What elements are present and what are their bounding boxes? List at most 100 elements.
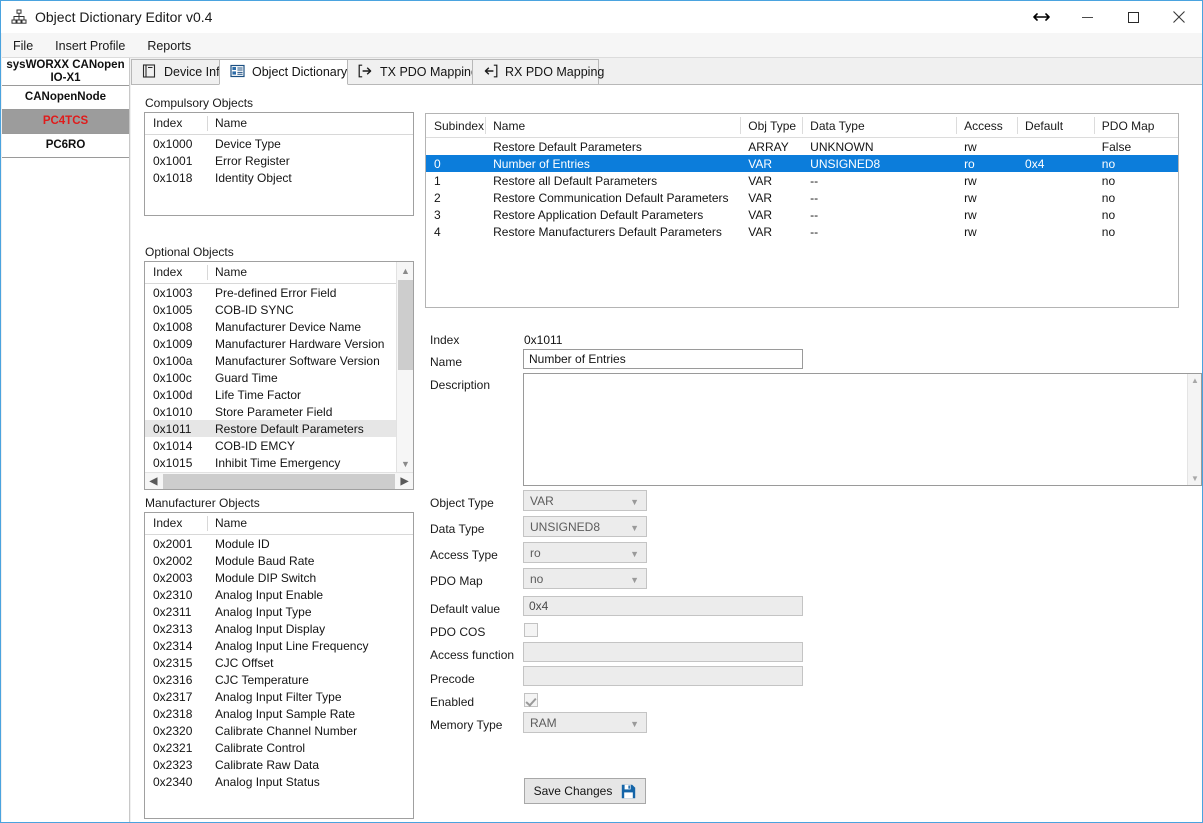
tab-object-dictionary[interactable]: Object Dictionary	[219, 59, 348, 85]
memory-type-value: RAM	[530, 716, 557, 730]
list-item[interactable]: 0x1000 Device Type	[145, 135, 413, 152]
list-item[interactable]: 0x2001Module ID	[145, 535, 413, 552]
object-type-select[interactable]: VAR ▼	[523, 490, 647, 511]
minimize-icon[interactable]	[1064, 2, 1110, 33]
table-row[interactable]: 3 Restore Application Default Parameters…	[426, 206, 1178, 223]
list-item[interactable]: 0x2320Calibrate Channel Number	[145, 722, 413, 739]
table-row[interactable]: 4 Restore Manufacturers Default Paramete…	[426, 223, 1178, 240]
list-item[interactable]: 0x2315CJC Offset	[145, 654, 413, 671]
column-header-subindex[interactable]: Subindex	[426, 114, 485, 137]
optional-list-horizontal-scrollbar[interactable]: ◀ ▶	[145, 472, 413, 489]
memory-type-select[interactable]: RAM ▼	[523, 712, 647, 733]
horizontal-scroll-thumb[interactable]	[163, 474, 395, 489]
list-item[interactable]: 0x2323Calibrate Raw Data	[145, 756, 413, 773]
access-type-select[interactable]: ro ▼	[523, 542, 647, 563]
name-input[interactable]: Number of Entries	[523, 349, 803, 369]
list-item[interactable]: 0x1003Pre-defined Error Field	[145, 284, 397, 301]
scroll-up-arrow-icon[interactable]: ▲	[1188, 374, 1202, 387]
scroll-up-arrow-icon[interactable]: ▲	[397, 262, 414, 279]
manufacturer-objects-rows: 0x2001Module ID 0x2002Module Baud Rate 0…	[145, 535, 413, 790]
menu-item-file[interactable]: File	[2, 36, 44, 56]
optional-list-vertical-scrollbar[interactable]: ▲ ▼	[396, 262, 413, 472]
scroll-left-arrow-icon[interactable]: ◀	[145, 473, 162, 490]
column-header-pdo-map[interactable]: PDO Map	[1094, 114, 1178, 137]
sidebar-item-pc4tcs[interactable]: PC4TCS	[2, 110, 129, 134]
table-row[interactable]: 1 Restore all Default Parameters VAR -- …	[426, 172, 1178, 189]
object-type-value: VAR	[530, 494, 554, 508]
column-header-default[interactable]: Default	[1017, 114, 1094, 137]
default-value-input[interactable]: 0x4	[523, 596, 803, 616]
column-header-name[interactable]: Name	[485, 114, 740, 137]
list-item-selected[interactable]: 0x1011Restore Default Parameters	[145, 420, 397, 437]
table-row[interactable]: Restore Default Parameters ARRAY UNKNOWN…	[426, 138, 1178, 155]
tab-rx-pdo-mapping[interactable]: RX PDO Mapping	[472, 59, 599, 85]
list-item[interactable]: 0x1010Store Parameter Field	[145, 403, 397, 420]
list-item-index: 0x2003	[145, 571, 207, 585]
cell-subindex: 0	[426, 157, 485, 171]
cell-name: Restore all Default Parameters	[485, 174, 740, 188]
list-item[interactable]: 0x100dLife Time Factor	[145, 386, 397, 403]
column-header-access[interactable]: Access	[956, 114, 1017, 137]
save-changes-button[interactable]: Save Changes	[524, 778, 646, 804]
list-item[interactable]: 0x1005COB-ID SYNC	[145, 301, 397, 318]
sidebar-item-canopennode[interactable]: CANopenNode	[2, 86, 129, 110]
list-item[interactable]: 0x2318Analog Input Sample Rate	[145, 705, 413, 722]
pdo-cos-checkbox[interactable]	[524, 623, 538, 637]
cell-obj-type: VAR	[740, 191, 802, 205]
menu-item-insert-profile[interactable]: Insert Profile	[44, 36, 136, 56]
title-bar: Object Dictionary Editor v0.4	[1, 1, 1202, 33]
data-type-select[interactable]: UNSIGNED8 ▼	[523, 516, 647, 537]
list-item[interactable]: 0x1001 Error Register	[145, 152, 413, 169]
list-item-name: Analog Input Line Frequency	[207, 639, 368, 653]
list-item[interactable]: 0x2321Calibrate Control	[145, 739, 413, 756]
list-item[interactable]: 0x100aManufacturer Software Version	[145, 352, 397, 369]
compulsory-objects-list[interactable]: Index Name 0x1000 Device Type 0x1001 Err…	[144, 112, 414, 216]
list-item[interactable]: 0x2003Module DIP Switch	[145, 569, 413, 586]
subindex-data-grid[interactable]: Subindex Name Obj Type Data Type Access …	[425, 113, 1179, 308]
scroll-down-arrow-icon[interactable]: ▼	[1188, 472, 1202, 485]
list-item[interactable]: 0x2314Analog Input Line Frequency	[145, 637, 413, 654]
chevron-down-icon: ▼	[630, 575, 639, 585]
optional-objects-label: Optional Objects	[145, 245, 234, 259]
list-item[interactable]: 0x2316CJC Temperature	[145, 671, 413, 688]
scroll-down-arrow-icon[interactable]: ▼	[397, 455, 414, 472]
enabled-checkbox[interactable]	[524, 693, 538, 707]
chevron-down-icon: ▼	[630, 497, 639, 507]
cell-access: ro	[956, 157, 1017, 171]
table-row-selected[interactable]: 0 Number of Entries VAR UNSIGNED8 ro 0x4…	[426, 155, 1178, 172]
maximize-icon[interactable]	[1110, 2, 1156, 33]
list-header: Index Name	[145, 262, 397, 284]
list-item[interactable]: 0x2340Analog Input Status	[145, 773, 413, 790]
column-header-obj-type[interactable]: Obj Type	[740, 114, 802, 137]
description-textarea[interactable]: ▲ ▼	[523, 373, 1202, 486]
scroll-right-arrow-icon[interactable]: ▶	[396, 473, 413, 490]
description-scrollbar[interactable]: ▲ ▼	[1187, 374, 1201, 485]
list-item[interactable]: 0x2002Module Baud Rate	[145, 552, 413, 569]
list-item[interactable]: 0x2317Analog Input Filter Type	[145, 688, 413, 705]
list-item[interactable]: 0x1009Manufacturer Hardware Version	[145, 335, 397, 352]
list-item[interactable]: 0x100cGuard Time	[145, 369, 397, 386]
close-icon[interactable]	[1156, 2, 1202, 33]
sidebar-item-pc6ro[interactable]: PC6RO	[2, 134, 129, 158]
menu-item-reports[interactable]: Reports	[136, 36, 202, 56]
vertical-scroll-thumb[interactable]	[398, 280, 413, 370]
pdo-map-select[interactable]: no ▼	[523, 568, 647, 589]
optional-objects-list[interactable]: Index Name 0x1003Pre-defined Error Field…	[144, 261, 414, 490]
list-item[interactable]: 0x1008Manufacturer Device Name	[145, 318, 397, 335]
list-item[interactable]: 0x1018 Identity Object	[145, 169, 413, 186]
table-row[interactable]: 2 Restore Communication Default Paramete…	[426, 189, 1178, 206]
manufacturer-objects-list[interactable]: Index Name 0x2001Module ID 0x2002Module …	[144, 512, 414, 819]
list-item[interactable]: 0x2313Analog Input Display	[145, 620, 413, 637]
tab-tx-pdo-mapping[interactable]: TX PDO Mapping	[347, 59, 473, 85]
profile-sidebar: sysWORXX CANopen IO-X1 CANopenNode PC4TC…	[2, 58, 130, 823]
access-function-input[interactable]	[523, 642, 803, 662]
list-item[interactable]: 0x2310Analog Input Enable	[145, 586, 413, 603]
list-item[interactable]: 0x2311Analog Input Type	[145, 603, 413, 620]
column-header-data-type[interactable]: Data Type	[802, 114, 956, 137]
precode-input[interactable]	[523, 666, 803, 686]
tab-device-info[interactable]: Device Info	[131, 59, 220, 85]
list-item[interactable]: 0x1014COB-ID EMCY	[145, 437, 397, 454]
sidebar-item-sysworxx-canopen-io-x1[interactable]: sysWORXX CANopen IO-X1	[2, 58, 129, 86]
list-item[interactable]: 0x1015Inhibit Time Emergency	[145, 454, 397, 471]
horizontal-resize-icon[interactable]	[1018, 2, 1064, 32]
